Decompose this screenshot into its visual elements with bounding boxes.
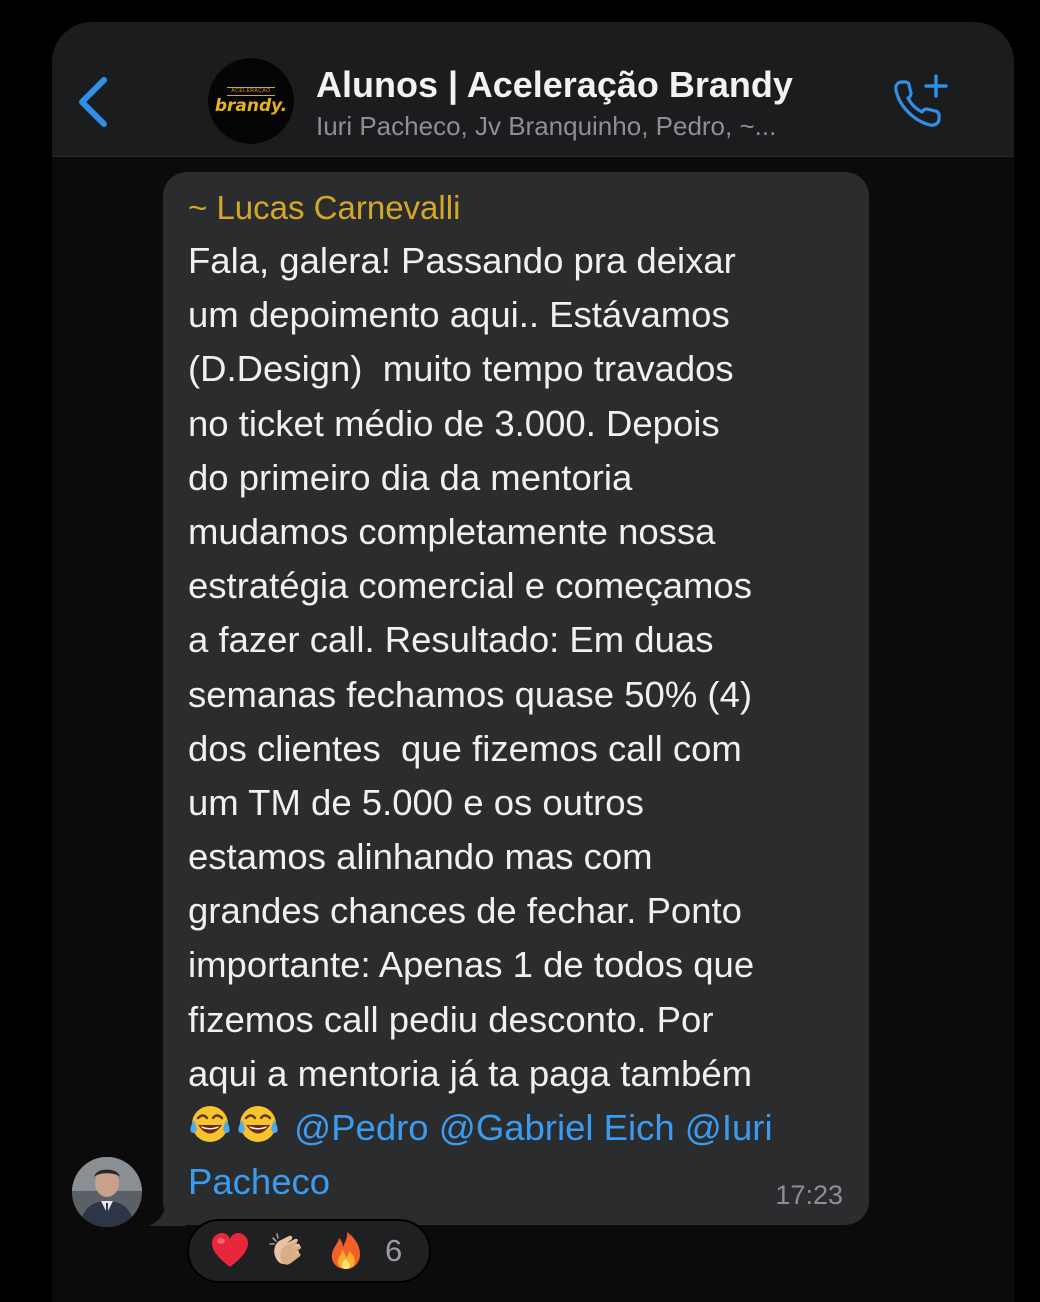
tears-of-joy-icon (238, 1106, 278, 1142)
mention-iuri-pacheco[interactable]: @Iuri (685, 1107, 773, 1148)
chevron-left-icon (79, 77, 107, 127)
group-avatar[interactable]: ACELERAÇÃO brandy. (207, 57, 295, 145)
message-line: grandes chances de fechar. Ponto (188, 890, 742, 932)
message-line-mentions: @Pedro @Gabriel Eich @Iuri (188, 1101, 843, 1155)
group-title[interactable]: Alunos | Aceleração Brandy (316, 64, 793, 106)
message-line: aqui a mentoria já ta paga também (188, 1052, 753, 1094)
message-line: semanas fechamos quase 50% (4) (188, 673, 753, 715)
message-line: estratégia comercial e começamos (188, 565, 752, 607)
sender-name[interactable]: ~ Lucas Carnevalli (188, 188, 843, 228)
tears-of-joy-icon (190, 1106, 230, 1142)
logo-text: brandy. (214, 96, 288, 116)
message-line: no ticket médio de 3.000. Depois (188, 402, 720, 444)
profile-photo-icon (72, 1157, 142, 1227)
message-line: dos clientes que fizemos call com (188, 727, 742, 769)
message-line: estamos alinhando mas com (188, 836, 653, 878)
group-members[interactable]: Iuri Pacheco, Jv Branquinho, Pedro, ~... (316, 111, 776, 142)
message-text: Fala, galera! Passando pra deixar um dep… (188, 234, 843, 1209)
logo-small-text: ACELERAÇÃO (227, 87, 275, 96)
sender-avatar[interactable] (72, 1157, 142, 1227)
message-line: Fala, galera! Passando pra deixar (188, 240, 736, 281)
brandy-logo: ACELERAÇÃO brandy. (215, 87, 287, 115)
clapping-hands-icon (269, 1233, 302, 1265)
reaction-count: 6 (385, 1233, 403, 1268)
phone-plus-icon (894, 74, 948, 127)
message-line: um TM de 5.000 e os outros (188, 781, 644, 823)
fire-icon (331, 1232, 360, 1269)
message-line: a fazer call. Resultado: Em duas (188, 619, 714, 661)
mention-pedro[interactable]: @Pedro (294, 1107, 428, 1148)
red-heart-icon (212, 1233, 248, 1267)
reactions-bar[interactable]: 6 (187, 1219, 431, 1283)
message-bubble[interactable]: ~ Lucas Carnevalli Fala, galera! Passand… (163, 172, 869, 1225)
message-line: importante: Apenas 1 de todos que (188, 944, 755, 986)
message-line: um depoimento aqui.. Estávamos (188, 294, 730, 336)
message-line-mentions-cont: Pacheco (188, 1155, 843, 1209)
message-line: mudamos completamente nossa (188, 510, 716, 552)
chat-screen: ACELERAÇÃO brandy. Alunos | Aceleração B… (0, 0, 1040, 1302)
message-line: fizemos call pediu desconto. Por (188, 998, 714, 1040)
back-button[interactable] (70, 72, 114, 132)
message-line: do primeiro dia da mentoria (188, 456, 633, 498)
mention-gabriel-eich[interactable]: @Gabriel Eich (439, 1107, 675, 1148)
message-line: (D.Design) muito tempo travados (188, 348, 734, 390)
message-time: 17:23 (775, 1180, 843, 1210)
chat-header: ACELERAÇÃO brandy. Alunos | Aceleração B… (52, 22, 1014, 157)
add-call-button[interactable] (888, 70, 952, 134)
mention-iuri-pacheco-cont[interactable]: Pacheco (188, 1161, 330, 1202)
